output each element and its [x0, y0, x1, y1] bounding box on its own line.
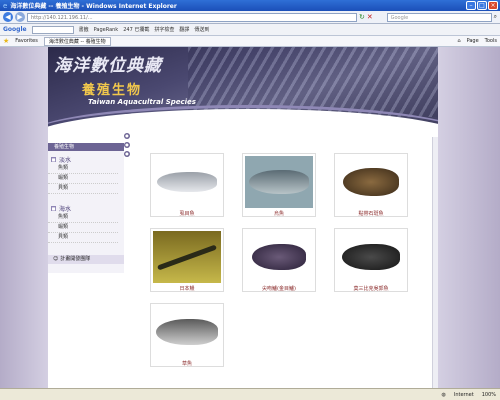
- browser-tab[interactable]: 海洋數位典藏 -- 養殖生物: [43, 36, 111, 46]
- site-logo-english: Taiwan Aquacultral Species: [88, 98, 196, 106]
- window-controls: – □ ×: [466, 1, 498, 10]
- address-bar: ◀ ▶ http://140.121.196.11/... ↻ ✕ Google…: [0, 11, 500, 24]
- site-logo-subtitle: 養殖生物: [82, 83, 143, 98]
- bullet-icon[interactable]: ●: [124, 142, 130, 148]
- toolbar-item[interactable]: PageRank: [94, 27, 119, 33]
- search-input[interactable]: Google: [386, 12, 492, 22]
- fish-image: [342, 244, 400, 270]
- favorites-bar: ★ Favorites 海洋數位典藏 -- 養殖生物 ⌂ Page Tools: [0, 36, 500, 47]
- toolbar-item[interactable]: 書籤: [79, 26, 89, 33]
- toolbar-item[interactable]: 247 已攔截: [123, 26, 149, 33]
- fish-image: [156, 319, 218, 345]
- bullet-icon[interactable]: ●: [124, 133, 130, 139]
- favorites-label[interactable]: Favorites: [15, 38, 38, 44]
- species-name[interactable]: 莫三比克吳郭魚: [335, 285, 407, 293]
- menu-item[interactable]: 蝦類: [48, 174, 118, 184]
- species-image[interactable]: [153, 231, 221, 283]
- fish-image: [252, 244, 306, 270]
- species-image[interactable]: [245, 231, 313, 283]
- maximize-button[interactable]: □: [477, 1, 487, 10]
- security-zone: Internet: [453, 391, 474, 398]
- category-icon: ■: [51, 206, 56, 211]
- forward-button[interactable]: ▶: [15, 12, 25, 22]
- species-card[interactable]: 烏魚: [242, 153, 316, 217]
- category-label: 海水: [59, 206, 72, 213]
- species-name[interactable]: 尖吻鱸(金目鱸): [243, 285, 315, 293]
- stop-icon[interactable]: ✕: [367, 13, 373, 21]
- menu-item[interactable]: 貝類: [48, 184, 118, 194]
- bullet-icon[interactable]: ●: [124, 151, 130, 157]
- fish-image: [157, 244, 217, 270]
- category-icon: ■: [51, 157, 56, 162]
- menu-item[interactable]: 魚類: [48, 164, 118, 174]
- menu-heading: 養殖生物: [48, 143, 124, 151]
- refresh-icon[interactable]: ↻: [359, 13, 365, 21]
- site-logo-title: 海洋數位典藏: [54, 56, 162, 76]
- fish-image: [343, 168, 399, 196]
- site-banner: 海洋數位典藏 養殖生物 Taiwan Aquacultral Species: [48, 47, 438, 137]
- google-toolbar: Google 書籤 PageRank 247 已攔截 拼字檢查 翻譯 傳送到: [0, 24, 500, 36]
- home-icon[interactable]: ⌂: [457, 38, 460, 44]
- species-name[interactable]: 草魚: [151, 360, 223, 368]
- menu-item[interactable]: 蝦類: [48, 223, 118, 233]
- fish-image: [157, 172, 217, 192]
- species-name[interactable]: 烏魚: [243, 210, 315, 218]
- menu-item[interactable]: 貝類: [48, 233, 118, 243]
- species-image[interactable]: [337, 156, 405, 208]
- minimize-button[interactable]: –: [466, 1, 476, 10]
- ie-icon: e: [3, 1, 8, 10]
- search-icon[interactable]: ⌕: [494, 13, 497, 21]
- toolbar-item[interactable]: 拼字檢查: [154, 26, 174, 33]
- menu-category-freshwater[interactable]: ■ 淡水: [48, 155, 124, 164]
- menu-category-seawater[interactable]: ■ 海水: [48, 204, 124, 213]
- species-card[interactable]: 尖吻鱸(金目鱸): [242, 228, 316, 292]
- window-titlebar: e 海洋數位典藏 -- 養殖生物 - Windows Internet Expl…: [0, 0, 500, 11]
- species-gallery: 虱目魚 烏魚 點帶石斑魚 日本鰻 尖吻鱸(金目鱸) 莫三比克吳郭魚 草魚: [150, 153, 428, 367]
- menu-item[interactable]: 魚類: [48, 213, 118, 223]
- web-page: 海洋數位典藏 養殖生物 Taiwan Aquacultral Species ●…: [48, 47, 438, 388]
- page-scrollbar[interactable]: [432, 137, 438, 388]
- toolbar-item[interactable]: 傳送到: [194, 26, 209, 33]
- species-card[interactable]: 虱目魚: [150, 153, 224, 217]
- close-button[interactable]: ×: [488, 1, 498, 10]
- species-card[interactable]: 草魚: [150, 303, 224, 367]
- species-name[interactable]: 點帶石斑魚: [335, 210, 407, 218]
- species-image[interactable]: [337, 231, 405, 283]
- species-image[interactable]: [245, 156, 313, 208]
- window-title: 海洋數位典藏 -- 養殖生物 - Windows Internet Explor…: [10, 3, 177, 10]
- species-image[interactable]: [153, 156, 221, 208]
- team-icon: ☺: [53, 256, 59, 262]
- star-icon[interactable]: ★: [3, 37, 9, 45]
- globe-icon: ◍: [441, 391, 446, 398]
- page-menu[interactable]: Page: [467, 38, 479, 44]
- left-background: [0, 47, 48, 388]
- side-menu: 養殖生物 ■ 淡水 魚類 蝦類 貝類 ■ 海水 魚類 蝦類 貝類 ☺ 計畫開發團…: [48, 143, 124, 273]
- url-input[interactable]: http://140.121.196.11/...: [27, 12, 357, 22]
- fish-image: [249, 170, 309, 194]
- zoom-level[interactable]: 100%: [482, 392, 496, 398]
- species-card[interactable]: 日本鰻: [150, 228, 224, 292]
- category-label: 淡水: [59, 157, 72, 164]
- google-search-input[interactable]: [31, 25, 74, 34]
- right-background: [438, 47, 500, 388]
- team-link[interactable]: ☺ 計畫開發團隊: [48, 255, 124, 264]
- species-image[interactable]: [153, 306, 221, 358]
- species-name[interactable]: 虱目魚: [151, 210, 223, 218]
- google-logo: Google: [3, 26, 27, 33]
- team-label: 計畫開發團隊: [60, 256, 91, 262]
- species-name[interactable]: 日本鰻: [151, 285, 223, 293]
- back-button[interactable]: ◀: [3, 12, 13, 22]
- tools-menu[interactable]: Tools: [485, 38, 497, 44]
- species-card[interactable]: 莫三比克吳郭魚: [334, 228, 408, 292]
- side-bullets: ● ● ●: [124, 133, 131, 160]
- species-card[interactable]: 點帶石斑魚: [334, 153, 408, 217]
- toolbar-item[interactable]: 翻譯: [179, 26, 189, 33]
- status-bar: ◍ Internet 100%: [0, 388, 500, 400]
